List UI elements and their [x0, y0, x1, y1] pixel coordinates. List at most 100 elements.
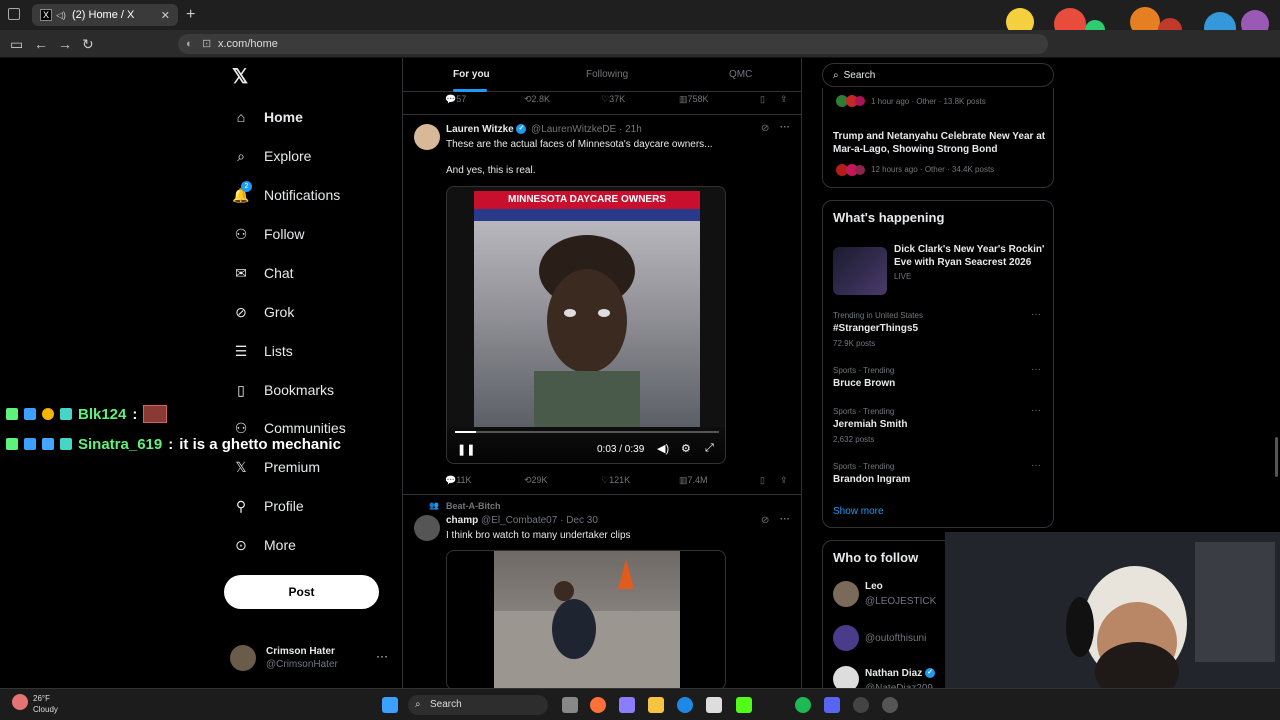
steam-icon[interactable] — [882, 697, 898, 713]
chat-text: it is a ghetto mechanic — [179, 435, 341, 453]
more-icon[interactable]: ··· — [376, 649, 388, 663]
account-switcher[interactable]: Crimson Hater @CrimsonHater ··· — [230, 643, 390, 673]
views-button[interactable]: ▥ 758K — [679, 94, 709, 105]
discord-icon[interactable] — [824, 697, 840, 713]
video-controls: ❚❚ 0:03 / 0:39 ◀) ⚙ ⤢ — [447, 427, 725, 463]
news-headline[interactable]: Trump and Netanyahu Celebrate New Year a… — [833, 130, 1048, 156]
store-icon[interactable] — [706, 697, 722, 713]
new-tab-icon[interactable]: + — [186, 6, 195, 24]
sidebar-toggle-icon[interactable]: ▭ — [10, 36, 23, 53]
video-player[interactable] — [446, 550, 726, 688]
sidebar-item-chat[interactable]: ✉ Chat — [232, 264, 293, 282]
file-explorer-icon[interactable] — [648, 697, 664, 713]
trend-name[interactable]: Brandon Ingram — [833, 474, 910, 485]
more-icon[interactable]: ··· — [1031, 309, 1041, 320]
reply-button[interactable]: 💬 57 — [445, 94, 466, 105]
tab-actions-icon[interactable] — [8, 8, 20, 20]
kick-icon[interactable] — [736, 697, 752, 713]
avatar[interactable] — [414, 124, 440, 150]
like-button[interactable]: ♡ 37K — [601, 94, 625, 105]
sidebar-item-more[interactable]: ⊙ More — [232, 536, 296, 554]
community-context[interactable]: Beat-A-Bitch — [446, 501, 501, 511]
sidebar-item-grok[interactable]: ⊘ Grok — [232, 303, 294, 321]
author-name[interactable]: Lauren Witzke ✓ — [446, 124, 527, 135]
repost-button[interactable]: ⟲ 29K — [524, 475, 548, 486]
forward-icon[interactable]: → — [58, 36, 72, 52]
sidebar-item-explore[interactable]: ⌕ Explore — [232, 147, 311, 165]
more-icon[interactable]: ··· — [780, 122, 790, 133]
chat-username: Sinatra_619 — [78, 435, 163, 453]
scrollbar-thumb[interactable] — [1275, 437, 1278, 477]
weather-condition[interactable]: Cloudy — [33, 705, 58, 714]
left-navigation: 𝕏 ⌂ Home ⌕ Explore 🔔 2 Notifications ⚇ Follow ✉ Ch… — [224, 58, 399, 688]
more-icon[interactable]: ··· — [1031, 364, 1041, 375]
address-bar[interactable]: ◐ ⊡ x.com/home — [178, 34, 1048, 54]
site-info-icon[interactable]: ◐ — [186, 34, 193, 54]
weather-temp[interactable]: 26°F — [33, 694, 50, 703]
tab-for-you[interactable]: For you — [453, 69, 490, 80]
back-icon[interactable]: ← — [34, 36, 48, 52]
sidebar-item-premium[interactable]: 𝕏 Premium — [232, 458, 320, 476]
search-icon: ⌕ — [237, 147, 245, 164]
event-thumbnail[interactable] — [833, 247, 887, 295]
show-more-link[interactable]: Show more — [833, 506, 884, 517]
sidebar-item-follow[interactable]: ⚇ Follow — [232, 225, 305, 243]
avatar[interactable] — [833, 625, 859, 651]
avatar[interactable] — [833, 581, 859, 607]
author-handle-time[interactable]: @LaurenWitzkeDE · 21h — [531, 124, 642, 135]
grok-icon[interactable]: ⊘ — [761, 515, 769, 526]
copilot-icon[interactable] — [619, 697, 635, 713]
more-icon[interactable]: ··· — [1031, 405, 1041, 416]
author-handle-time[interactable]: @El_Combate07 · Dec 30 — [481, 515, 598, 526]
sidebar-item-lists[interactable]: ☰ Lists — [232, 342, 293, 360]
post-button[interactable]: Post — [224, 575, 379, 609]
badge-icon — [60, 438, 72, 450]
url-text: x.com/home — [218, 38, 278, 50]
bookmark-icon[interactable]: ▯ — [760, 94, 765, 105]
more-icon[interactable]: ··· — [1031, 460, 1041, 471]
author-name[interactable]: champ — [446, 515, 478, 526]
obs-icon[interactable] — [853, 697, 869, 713]
search-input[interactable]: ⌕ Search — [822, 63, 1054, 87]
task-view-icon[interactable] — [562, 697, 578, 713]
follow-user-name[interactable]: Leo — [865, 581, 883, 592]
sidebar-item-profile[interactable]: ⚲ Profile — [232, 497, 304, 515]
edge-icon[interactable] — [677, 697, 693, 713]
firefox-icon[interactable] — [590, 697, 606, 713]
share-icon[interactable]: ⇪ — [780, 94, 788, 105]
reply-button[interactable]: 💬 11K — [445, 475, 472, 486]
more-icon[interactable]: ··· — [780, 514, 790, 525]
bookmark-icon[interactable]: ▯ — [760, 475, 765, 486]
trend-name[interactable]: Bruce Brown — [833, 378, 895, 389]
browser-tab[interactable]: X ◁) (2) Home / X ✕ — [32, 4, 178, 26]
taskbar-search[interactable]: ⌕ Search — [408, 695, 548, 715]
follow-user-name[interactable]: Nathan Diaz ✓ — [865, 668, 936, 679]
settings-icon[interactable]: ⚙ — [681, 442, 691, 455]
grok-icon[interactable]: ⊘ — [761, 123, 769, 134]
video-player[interactable]: MINNESOTA DAYCARE OWNERS ❚❚ 0:03 / 0:39 … — [446, 186, 726, 464]
trend-name[interactable]: #StrangerThings5 — [833, 323, 918, 334]
sidebar-item-bookmarks[interactable]: ▯ Bookmarks — [232, 381, 334, 399]
x-logo-icon[interactable]: 𝕏 — [232, 64, 248, 89]
pause-icon[interactable]: ❚❚ — [457, 443, 475, 456]
share-icon[interactable]: ⇪ — [780, 475, 788, 486]
spotify-icon[interactable] — [795, 697, 811, 713]
reload-icon[interactable]: ↻ — [82, 36, 94, 53]
sidebar-item-notifications[interactable]: 🔔 2 Notifications — [232, 181, 340, 204]
video-progress-bar[interactable] — [455, 431, 719, 433]
fullscreen-icon[interactable]: ⤢ — [705, 442, 714, 455]
close-tab-icon[interactable]: ✕ — [161, 9, 170, 22]
event-title[interactable]: Dick Clark's New Year's Rockin' Eve with… — [894, 243, 1049, 269]
trend-name[interactable]: Jeremiah Smith — [833, 419, 907, 430]
tab-following[interactable]: Following — [586, 69, 628, 80]
avatar[interactable] — [414, 515, 440, 541]
like-button[interactable]: ♡ 121K — [601, 475, 630, 486]
windows-start-icon[interactable] — [382, 697, 398, 713]
repost-button[interactable]: ⟲ 2.8K — [524, 94, 550, 105]
person-icon: ⚲ — [235, 497, 247, 514]
volume-icon[interactable]: ◀) — [657, 442, 669, 455]
tab-qmc[interactable]: QMC — [729, 69, 752, 80]
sidebar-item-home[interactable]: ⌂ Home — [232, 108, 303, 126]
verified-icon: ✓ — [925, 668, 936, 679]
views-button[interactable]: ▥ 7.4M — [679, 475, 708, 486]
